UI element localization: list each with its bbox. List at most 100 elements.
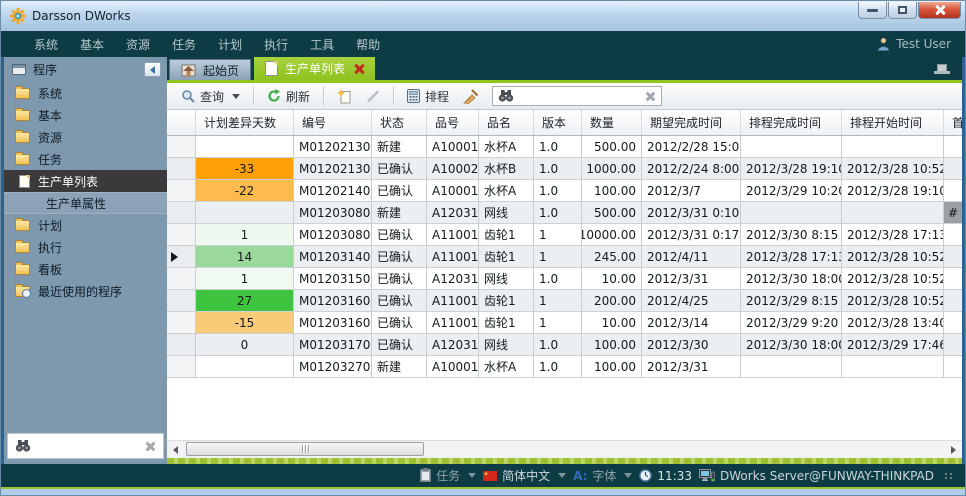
table-cell[interactable]: A12031 [427,202,479,223]
menu-task[interactable]: 任务 [161,36,207,53]
tab-start-page[interactable]: 起始页 [169,59,251,80]
column-header[interactable]: 排程开始时间 [842,110,944,135]
table-cell[interactable]: 10.00 [582,268,642,289]
table-cell[interactable]: 500.00 [582,136,642,157]
table-cell[interactable]: 2012/3/28 13:40 [842,312,944,333]
column-header[interactable]: 数量 [582,110,642,135]
table-cell[interactable]: 2012/3/7 [642,180,741,201]
table-cell[interactable]: 1.0 [534,334,582,355]
table-cell[interactable] [944,224,962,245]
table-cell[interactable]: 10000.00 [582,224,642,245]
table-cell[interactable] [944,180,962,201]
table-cell[interactable]: -33 [196,158,294,179]
table-cell[interactable]: A11001 [427,246,479,267]
table-cell[interactable] [741,356,842,377]
sidebar-item-system[interactable]: 系统 [4,82,167,104]
row-header-cell[interactable] [167,136,196,157]
clear-search-icon[interactable] [645,91,656,102]
sidebar-item-production-order-properties[interactable]: 生产单属性 [4,192,167,214]
menu-plan[interactable]: 计划 [207,36,253,53]
table-row[interactable]: M012032701新建A10001水杯A1.0100.002012/3/31 [167,356,962,378]
column-header[interactable]: 首 [944,110,962,135]
table-cell[interactable]: 100.00 [582,334,642,355]
table-cell[interactable]: 已确认 [372,290,427,311]
table-cell[interactable]: 200.00 [582,290,642,311]
scrollbar-thumb[interactable] [186,442,424,456]
row-header-cell[interactable] [167,334,196,355]
table-cell[interactable]: 2012/3/14 [642,312,741,333]
table-cell[interactable]: 2012/3/30 18:00 [741,268,842,289]
table-row[interactable]: 0M012031701已确认A12031网线1.0100.002012/3/30… [167,334,962,356]
table-cell[interactable]: 新建 [372,356,427,377]
row-header-cell[interactable] [167,268,196,289]
sidebar-item-kanban[interactable]: 看板 [4,258,167,280]
table-cell[interactable]: 已确认 [372,268,427,289]
sidebar-item-basic[interactable]: 基本 [4,104,167,126]
toolbar-search-input[interactable] [492,86,662,106]
table-cell[interactable]: A11001 [427,224,479,245]
table-cell[interactable]: 2012/3/28 10:52 [842,158,944,179]
scroll-right-button[interactable] [945,441,962,458]
row-header-cell[interactable] [167,158,196,179]
table-cell[interactable]: 100.00 [582,356,642,377]
table-cell[interactable]: 齿轮1 [479,290,534,311]
pin-icon[interactable] [934,64,950,74]
row-header-cell[interactable] [167,356,196,377]
table-cell[interactable]: 水杯A [479,180,534,201]
table-cell[interactable] [196,136,294,157]
table-cell[interactable]: M012021301 [294,136,372,157]
column-header[interactable]: 状态 [372,110,427,135]
table-cell[interactable]: 2012/3/29 10:20 [741,180,842,201]
table-cell[interactable]: 2012/2/24 8:00 [642,158,741,179]
table-cell[interactable]: 网线 [479,268,534,289]
table-cell[interactable]: A12031 [427,268,479,289]
table-cell[interactable]: 1000.00 [582,158,642,179]
table-cell[interactable]: 2012/2/28 15:00 [642,136,741,157]
table-cell[interactable]: 2012/3/31 [642,268,741,289]
table-cell[interactable]: 2012/3/31 0:17 [642,224,741,245]
table-row[interactable]: -15M012031602已确认A11001齿轮1110.002012/3/14… [167,312,962,334]
menu-system[interactable]: 系统 [23,36,69,53]
table-row[interactable]: 14M012031402已确认A11001齿轮11245.002012/4/11… [167,246,962,268]
table-cell[interactable]: M012030802 [294,224,372,245]
row-header-cell[interactable] [167,224,196,245]
table-cell[interactable]: 2012/3/28 17:13 [741,246,842,267]
table-cell[interactable]: A11001 [427,290,479,311]
sidebar-item-execute[interactable]: 执行 [4,236,167,258]
table-cell[interactable] [842,356,944,377]
menu-execute[interactable]: 执行 [253,36,299,53]
table-cell[interactable]: 齿轮1 [479,224,534,245]
table-cell[interactable]: 1 [534,224,582,245]
column-header[interactable]: 计划差异天数 [196,110,294,135]
table-cell[interactable]: A10002 [427,158,479,179]
table-cell[interactable]: 2012/3/30 8:15 [741,224,842,245]
table-cell[interactable]: 2012/3/31 0:10 [642,202,741,223]
font-dropdown[interactable]: A: 字体 [573,467,632,484]
table-cell[interactable]: M012031701 [294,334,372,355]
table-cell[interactable]: 齿轮1 [479,246,534,267]
column-header[interactable]: 版本 [534,110,582,135]
sidebar-search-box[interactable] [7,433,164,459]
task-status-dropdown[interactable]: 任务 [420,467,476,484]
table-cell[interactable] [741,202,842,223]
column-header[interactable]: 编号 [294,110,372,135]
table-cell[interactable] [196,356,294,377]
close-button[interactable] [918,2,961,19]
table-cell[interactable]: M012021302 [294,158,372,179]
tab-close-icon[interactable] [354,64,364,74]
table-cell[interactable]: 已确认 [372,158,427,179]
table-row[interactable]: 27M012031601已确认A11001齿轮11200.002012/4/25… [167,290,962,312]
table-cell[interactable]: 2012/3/31 [642,356,741,377]
table-cell[interactable]: 2012/3/28 19:10 [741,158,842,179]
menu-help[interactable]: 帮助 [345,36,391,53]
table-cell[interactable] [944,334,962,355]
table-cell[interactable]: -22 [196,180,294,201]
clear-search-icon[interactable] [145,441,156,452]
table-cell[interactable] [842,136,944,157]
table-row[interactable]: M012021301新建A10001水杯A1.0500.002012/2/28 … [167,136,962,158]
table-cell[interactable]: 2012/4/11 [642,246,741,267]
table-cell[interactable]: 500.00 [582,202,642,223]
table-cell[interactable]: 已确认 [372,224,427,245]
table-cell[interactable]: 网线 [479,202,534,223]
table-cell[interactable] [944,136,962,157]
